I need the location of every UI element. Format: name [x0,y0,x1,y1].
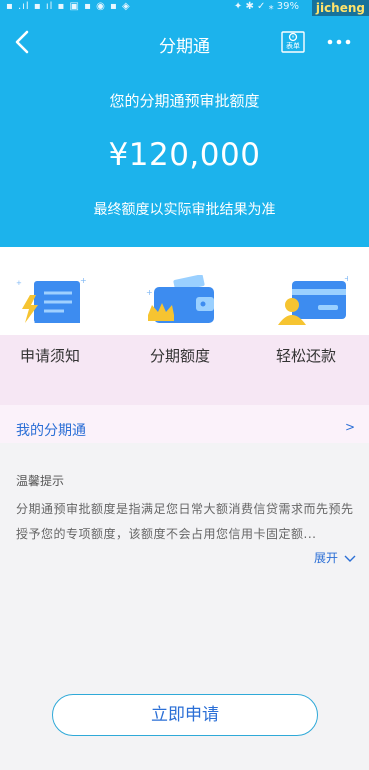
svg-text:+: + [146,288,153,297]
page-title: 分期通 [159,37,210,57]
credit-limit-label: 您的分期通预审批额度 [109,92,260,110]
chevron-right-icon: > [344,420,355,434]
feature-icons-panel: + + + + [0,247,369,335]
svg-text:+: + [344,275,348,283]
apply-now-button[interactable]: 立即申请 [52,694,318,736]
chevron-down-icon [344,555,356,562]
my-installment-label: 我的分期通 [16,423,86,439]
status-right-icons: ✦ ✱ ✓ ⁎ 39% [233,1,299,12]
nav-bar: 分期通 表单 [0,22,369,62]
feature-label-repay[interactable]: 轻松还款 [276,345,336,366]
tips-section: 温馨提示 分期通预审批额度是指满足您日常大额消费信贷需求而先预先授予您的专项额度… [0,455,369,575]
card-person-icon[interactable]: + [276,275,348,327]
hero-panel: ▪ .ıl ▪ ıl ▪ ▣ ▪ ◉ ▪ ◈ ✦ ✱ ✓ ⁎ 39% 分期通 表… [0,0,369,247]
more-button[interactable] [326,34,352,48]
expand-label: 展开 [314,551,339,565]
watermark-logo: jicheng [311,0,369,16]
form-badge-label: 表单 [286,42,300,50]
svg-text:+: + [80,276,86,285]
tips-body: 分期通预审批额度是指满足您日常大额消费信贷需求而先预先授予您的专项额度，该额度不… [16,502,354,541]
feature-labels-row: 申请须知 分期额度 轻松还款 [0,335,369,405]
status-left-icons: ▪ .ıl ▪ ıl ▪ ▣ ▪ ◉ ▪ ◈ [6,1,131,12]
credit-limit-amount: ¥120,000 [108,137,261,173]
feature-label-notice[interactable]: 申请须知 [20,345,80,366]
svg-text:+: + [16,279,22,287]
form-icon [281,31,305,53]
form-button[interactable]: 表单 [280,28,306,54]
more-dots-icon [327,39,351,45]
wallet-crown-icon[interactable]: + [146,275,218,327]
feature-label-limit[interactable]: 分期额度 [150,345,210,366]
receipt-lightning-icon[interactable]: + + [14,275,86,327]
credit-limit-note: 最终额度以实际审批结果为准 [93,202,276,218]
expand-link[interactable]: 展开 [314,549,356,566]
tips-title: 温馨提示 [16,474,65,488]
my-installment-row[interactable]: 我的分期通 > [0,405,369,443]
